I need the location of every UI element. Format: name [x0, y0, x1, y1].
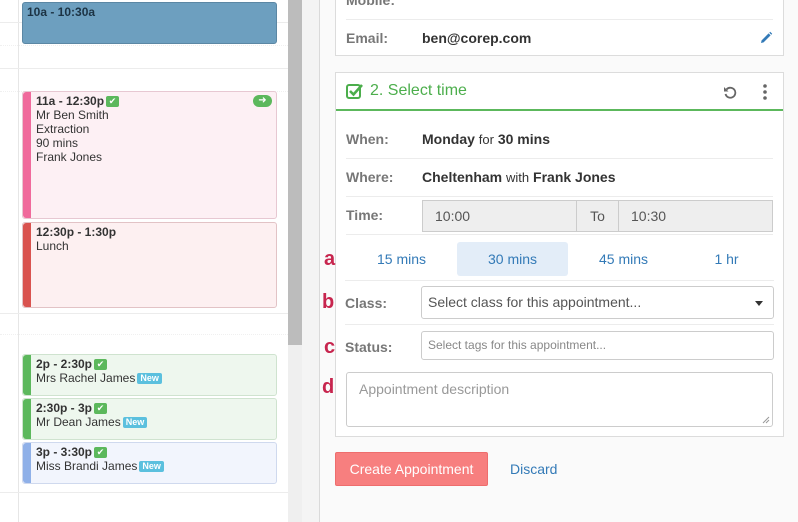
- event-time: 2:30p - 3p: [36, 401, 93, 415]
- calendar-event[interactable]: 3p - 3:30p ✔ Miss Brandi James New: [22, 442, 277, 484]
- event-color-bar: [23, 223, 31, 307]
- slot-line: [0, 45, 288, 46]
- status-tags-input[interactable]: Select tags for this appointment...: [421, 331, 774, 360]
- duration-options: 15 mins 30 mins 45 mins 1 hr: [345, 238, 774, 281]
- event-color-bar: [23, 355, 31, 395]
- new-badge: New: [122, 417, 148, 428]
- discard-link[interactable]: Discard: [510, 452, 557, 486]
- annotation-marker-c: c: [324, 336, 336, 358]
- where-place: Cheltenham: [422, 169, 503, 185]
- calendar-day-view: 10a - 10:30a 11a - 12:30p ✔ Mr Ben Smith …: [0, 0, 288, 522]
- slot-line: [0, 68, 288, 69]
- more-options-icon[interactable]: [763, 84, 767, 100]
- check-icon: ✔: [106, 96, 120, 107]
- event-color-bar: [23, 399, 31, 439]
- when-row: When: Monday for 30 mins: [346, 120, 773, 159]
- where-person: Frank Jones: [533, 169, 616, 185]
- when-for: for: [478, 132, 494, 147]
- where-value: Cheltenham with Frank Jones: [422, 158, 616, 197]
- panel-divider: [302, 0, 320, 522]
- duration-1hr-button[interactable]: 1 hr: [671, 242, 782, 276]
- event-time: 2p - 2:30p: [36, 357, 93, 371]
- description-textarea[interactable]: Appointment description: [346, 372, 773, 427]
- event-time: 11a - 12:30p: [36, 94, 105, 108]
- time-to-addon: To: [576, 200, 619, 232]
- email-label: Email:: [346, 30, 389, 46]
- slot-line: [0, 334, 288, 335]
- duration-45-button[interactable]: 45 mins: [568, 242, 679, 276]
- event-line: Mr Dean James: [36, 415, 121, 429]
- event-line: Mr Ben Smith: [36, 108, 109, 122]
- mobile-label: Mobile:: [346, 0, 395, 8]
- when-value: Monday for 30 mins: [422, 120, 550, 159]
- class-select[interactable]: Select class for this appointment...: [421, 286, 774, 319]
- when-day: Monday: [422, 131, 475, 147]
- new-badge: New: [139, 461, 164, 472]
- when-duration: 30 mins: [497, 131, 550, 147]
- section-header: 2. Select time: [336, 73, 783, 111]
- resize-grip-icon[interactable]: [762, 416, 770, 424]
- event-line: Extraction: [36, 122, 90, 136]
- class-select-value: Select class for this appointment...: [428, 294, 642, 310]
- appointment-form-pane: Mobile: Email: ben@corep.com 2. Select t…: [320, 0, 798, 522]
- duration-30-button[interactable]: 30 mins: [457, 242, 568, 276]
- status-label: Status:: [345, 339, 393, 355]
- event-line: Miss Brandi James: [36, 459, 138, 473]
- check-icon: ✔: [94, 359, 108, 370]
- duration-15-button[interactable]: 15 mins: [346, 242, 457, 276]
- calendar-event[interactable]: 10a - 10:30a: [22, 2, 277, 44]
- when-label: When:: [346, 131, 389, 147]
- time-gutter: [0, 0, 19, 522]
- email-row: Email: ben@corep.com: [346, 19, 773, 57]
- time-to-field[interactable]: 10:30: [618, 200, 773, 232]
- time-row: Time: 10:00 To 10:30: [346, 196, 773, 235]
- event-color-bar: [23, 443, 31, 483]
- annotation-marker-b: b: [322, 291, 335, 313]
- check-icon: ✔: [94, 403, 108, 414]
- arrow-right-icon[interactable]: ➜: [253, 95, 272, 107]
- calendar-event[interactable]: 2p - 2:30p ✔ Mrs Rachel James New: [22, 354, 277, 396]
- calendar-event[interactable]: 2:30p - 3p ✔ Mr Dean James New: [22, 398, 277, 440]
- section-title: 2. Select time: [370, 82, 467, 99]
- annotation-marker-a: a: [324, 248, 336, 270]
- class-label: Class:: [345, 295, 388, 311]
- event-line: Mrs Rachel James: [36, 371, 136, 385]
- checkbox-checked-icon: [346, 84, 363, 99]
- check-icon: ✔: [94, 447, 108, 458]
- contact-details-card: Mobile: Email: ben@corep.com: [335, 0, 784, 56]
- mobile-row: Mobile:: [346, 0, 773, 20]
- event-time: 12:30p - 1:30p: [36, 225, 117, 239]
- annotation-marker-d: d: [322, 376, 335, 398]
- time-from-field[interactable]: 10:00: [422, 200, 577, 232]
- new-badge: New: [137, 373, 162, 384]
- event-line: 90 mins: [36, 136, 79, 150]
- chevron-down-icon: [755, 301, 763, 306]
- email-value: ben@corep.com: [422, 30, 532, 46]
- status-row: Status: Select tags for this appointment…: [345, 326, 774, 368]
- create-appointment-button[interactable]: Create Appointment: [335, 452, 488, 486]
- event-color-bar: [23, 92, 31, 218]
- class-row: Class: Select class for this appointment…: [345, 283, 774, 325]
- calendar-event[interactable]: 11a - 12:30p ✔ Mr Ben Smith Extraction 90…: [22, 91, 277, 219]
- event-line: Frank Jones: [36, 150, 103, 164]
- pencil-icon[interactable]: [759, 31, 773, 45]
- event-line: Lunch: [36, 239, 69, 253]
- where-with: with: [506, 170, 530, 185]
- description-placeholder: Appointment description: [359, 381, 510, 397]
- event-time: 3p - 3:30p: [36, 445, 93, 459]
- calendar-event[interactable]: 12:30p - 1:30p Lunch: [22, 222, 277, 308]
- where-label: Where:: [346, 169, 394, 185]
- event-time: 10a - 10:30a: [27, 5, 96, 19]
- slot-line: [0, 313, 288, 314]
- slot-line: [0, 492, 288, 493]
- calendar-scrollbar[interactable]: [288, 0, 302, 522]
- where-row: Where: Cheltenham with Frank Jones: [346, 158, 773, 197]
- scrollbar-thumb[interactable]: [288, 0, 302, 345]
- time-label: Time:: [346, 207, 384, 223]
- undo-icon[interactable]: [723, 85, 737, 99]
